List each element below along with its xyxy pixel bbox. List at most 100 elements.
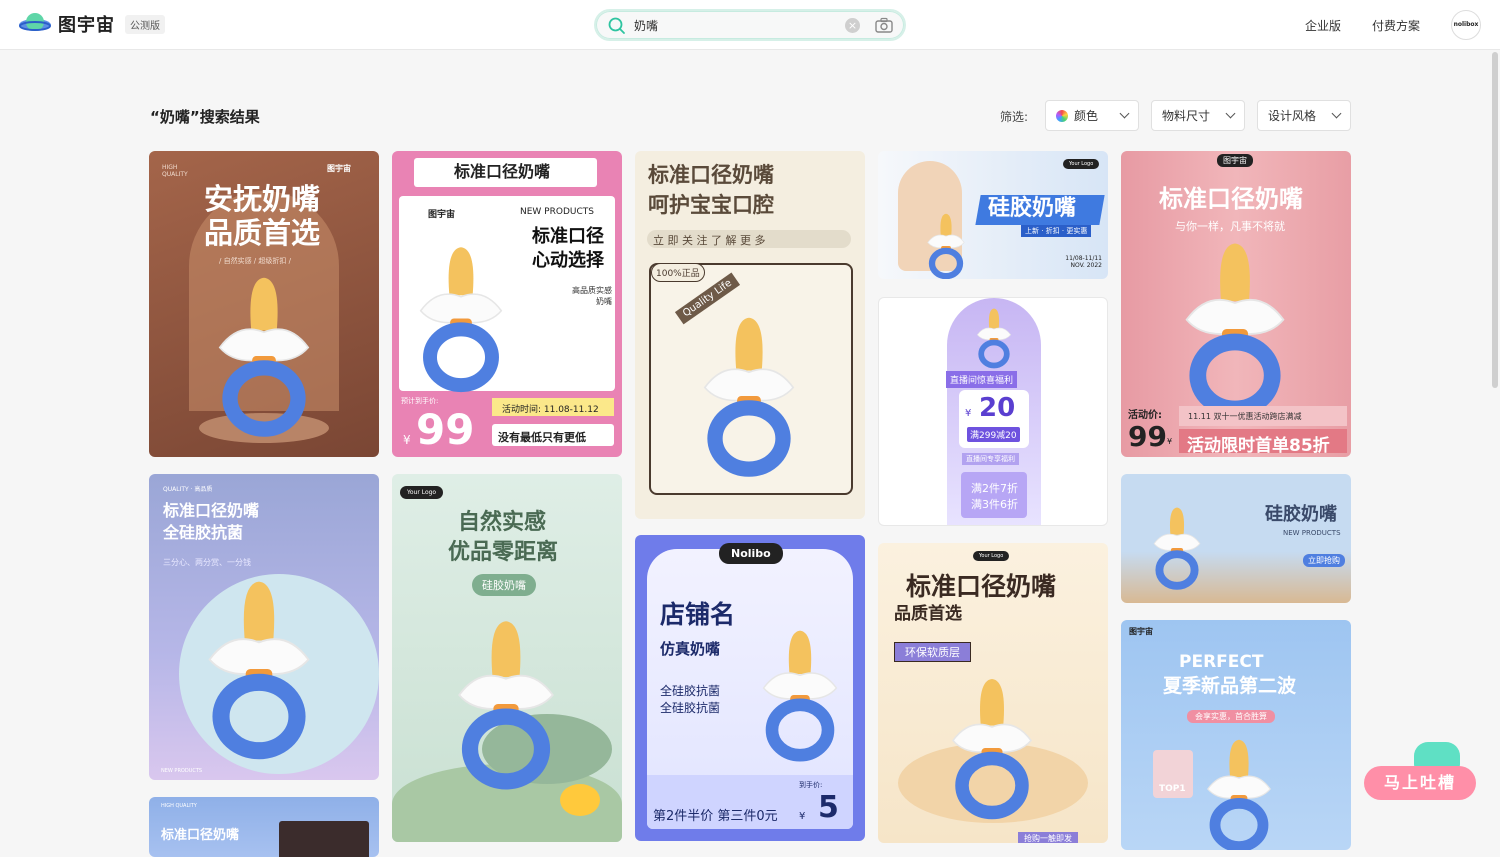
nav-enterprise[interactable]: 企业版 bbox=[1305, 17, 1341, 34]
badge: 环保软质层 bbox=[894, 642, 971, 662]
card-sub: 上新 · 折扣 · 更实惠 bbox=[1021, 225, 1092, 237]
pacifier-image bbox=[755, 625, 845, 765]
result-card-6[interactable]: 图宇宙 标准口径奶嘴 与你一样，凡事不将就 11.11 双十一优惠活动跨店满减 … bbox=[1121, 151, 1351, 457]
price: 5 bbox=[818, 790, 839, 825]
logo[interactable]: 图宇宙 公测版 bbox=[18, 10, 165, 38]
search-input[interactable] bbox=[634, 16, 834, 34]
search-icon bbox=[608, 17, 625, 34]
filter-size[interactable]: 物料尺寸 bbox=[1151, 100, 1245, 131]
card-headline: 硅胶奶嘴 bbox=[1265, 504, 1337, 525]
price-label: 活动价: bbox=[1128, 410, 1162, 421]
avatar[interactable]: nolibox bbox=[1451, 10, 1481, 40]
pacifier-image bbox=[1201, 735, 1277, 850]
card-headline: 标准口径奶嘴 bbox=[648, 163, 774, 187]
card-small-label: QUALITY · 高品质 bbox=[163, 486, 213, 493]
card-headline-2: 夏季新品第二波 bbox=[1163, 675, 1297, 697]
card-headline-2: 呵护宝宝口腔 bbox=[648, 193, 774, 217]
card-tagline: / 自然实感 / 超级折扣 / bbox=[219, 257, 291, 265]
filter-color[interactable]: 颜色 bbox=[1045, 100, 1139, 131]
pacifier-image bbox=[1149, 504, 1205, 592]
pacifier-image bbox=[974, 306, 1014, 370]
scrollbar[interactable] bbox=[1492, 52, 1498, 388]
top-label: TOP1 bbox=[1159, 784, 1186, 794]
nav-pricing[interactable]: 付费方案 bbox=[1372, 17, 1420, 34]
camera-icon[interactable] bbox=[875, 17, 893, 34]
card-headline-2: 全硅胶抗菌 bbox=[163, 523, 244, 542]
card-headline: 自然实感 bbox=[458, 510, 547, 535]
card-footer: NEW PRODUCTS bbox=[161, 768, 203, 774]
logo-text: 图宇宙 bbox=[58, 15, 115, 36]
filter-color-label: 颜色 bbox=[1074, 109, 1099, 123]
coupon-amount: 20 bbox=[979, 393, 1016, 423]
card-headline: 标准口径奶嘴 bbox=[1159, 185, 1303, 213]
card-logo: Your Logo bbox=[973, 551, 1010, 561]
card-small-label: HIGH QUALITY bbox=[161, 803, 197, 809]
search-bar[interactable]: × bbox=[594, 9, 906, 41]
card-headline: 店铺名 bbox=[660, 600, 736, 629]
card-sub: 高品质实感奶嘴 bbox=[572, 286, 612, 306]
coupon-deal-2: 直播间专享福利 bbox=[962, 453, 1019, 465]
result-card-11[interactable]: Your Logo 标准口径奶嘴 品质首选 环保软质层 抢购一触即发 bbox=[878, 543, 1108, 843]
price: 99 bbox=[1128, 420, 1167, 453]
beta-badge: 公测版 bbox=[125, 14, 165, 34]
card-headline: 硅胶奶嘴 bbox=[988, 196, 1077, 221]
result-card-10[interactable]: 硅胶奶嘴 NEW PRODUCTS 立即抢购 bbox=[1121, 474, 1351, 603]
pacifier-image bbox=[695, 311, 803, 481]
card-logo: 图宇宙 bbox=[1217, 154, 1253, 167]
card-new: NEW PRODUCTS bbox=[520, 207, 594, 217]
result-card-3[interactable]: 标准口径奶嘴 呵护宝宝口腔 立 即 关 注 了 解 更 多 100%正品 Qua… bbox=[635, 151, 865, 519]
currency: ¥ bbox=[799, 811, 806, 822]
card-logo: Your Logo bbox=[1063, 159, 1100, 169]
promo-text: 第2件半价 第三件0元 bbox=[653, 809, 778, 824]
result-card-12[interactable]: 图宇宙 PERFECT 夏季新品第二波 会享实惠，首合胜算 TOP1 bbox=[1121, 620, 1351, 850]
result-card-9[interactable]: Nolibo 店铺名 仿真奶嘴 全硅胶抗菌 全硅胶抗菌 到手价: ¥ 5 第2件… bbox=[635, 535, 865, 841]
card-headline-2: 优品零距离 bbox=[448, 540, 559, 565]
feedback-button[interactable]: 马上吐槽 bbox=[1364, 742, 1476, 800]
pacifier-image bbox=[207, 271, 321, 441]
result-card-13[interactable]: HIGH QUALITY 标准口径奶嘴 bbox=[149, 797, 379, 857]
currency: ¥ bbox=[965, 408, 972, 419]
result-card-7[interactable]: QUALITY · 高品质 标准口径奶嘴 全硅胶抗菌 三分心、两分赏、一分钱 N… bbox=[149, 474, 379, 780]
card-headline: 标准口径 bbox=[532, 226, 604, 247]
stamp: 100%正品 bbox=[651, 263, 705, 282]
pacifier-image bbox=[199, 574, 319, 764]
result-card-5[interactable]: 直播间惊喜福利 ¥ 20 满299减20 直播间专享福利 满2件7折 满3件6折 bbox=[878, 297, 1108, 526]
cta-button: 立即抢购 bbox=[1303, 554, 1345, 567]
card-logo: 图宇宙 bbox=[428, 210, 456, 220]
card-tag: 会享实惠，首合胜算 bbox=[1187, 710, 1275, 723]
pacifier-image bbox=[922, 211, 970, 279]
filter-style-label: 设计风格 bbox=[1268, 109, 1317, 123]
card-logo: Your Logo bbox=[400, 486, 444, 499]
result-card-2[interactable]: 标准口径奶嘴 图宇宙 NEW PRODUCTS 标准口径 心动选择 高品质实感奶… bbox=[392, 151, 622, 457]
card-desc: 三分心、两分赏、一分钱 bbox=[163, 558, 251, 567]
card-sub: 仿真奶嘴 bbox=[660, 640, 721, 658]
result-card-8[interactable]: Your Logo 自然实感 优品零距离 硅胶奶嘴 bbox=[392, 474, 622, 842]
card-headline-2: 品质首选 bbox=[204, 216, 321, 250]
card-headline: PERFECT bbox=[1179, 652, 1264, 672]
result-card-4[interactable]: Your Logo 硅胶奶嘴 上新 · 折扣 · 更实惠 11/08-11/11… bbox=[878, 151, 1108, 279]
card-pill: 硅胶奶嘴 bbox=[472, 574, 536, 596]
filter-style[interactable]: 设计风格 bbox=[1257, 100, 1351, 131]
pacifier-image bbox=[448, 614, 564, 794]
card-desc-2: 全硅胶抗菌 bbox=[660, 701, 721, 715]
result-card-1[interactable]: HIGH QUALITY 图宇宙 安抚奶嘴 品质首选 / 自然实感 / 超级折扣… bbox=[149, 151, 379, 457]
filter-label: 筛选: bbox=[1000, 110, 1029, 124]
price-label: 到手价: bbox=[799, 781, 823, 789]
brand-badge: Nolibo bbox=[719, 543, 783, 564]
card-headline-2: 心动选择 bbox=[532, 250, 604, 271]
coupon-deal: 满299减20 bbox=[967, 427, 1020, 442]
deal-line-1: 满2件7折 bbox=[971, 482, 1018, 495]
clear-search-icon[interactable]: × bbox=[845, 18, 860, 33]
pacifier-image bbox=[412, 241, 510, 396]
card-sub: 与你一样，凡事不将就 bbox=[1175, 220, 1285, 233]
card-sub: 品质首选 bbox=[894, 604, 962, 624]
card-logo: 图宇宙 bbox=[327, 164, 351, 173]
pacifier-image bbox=[1176, 236, 1294, 422]
filter-size-label: 物料尺寸 bbox=[1162, 109, 1211, 123]
card-headline: 标准口径奶嘴 bbox=[906, 572, 1057, 601]
chevron-down-icon bbox=[1331, 108, 1342, 119]
cta-button: 抢购一触即发 bbox=[1018, 832, 1078, 843]
chevron-down-icon bbox=[1119, 108, 1130, 119]
duck-icon bbox=[560, 784, 600, 816]
event-text: 11.11 双十一优惠活动跨店满减 bbox=[1188, 412, 1302, 421]
